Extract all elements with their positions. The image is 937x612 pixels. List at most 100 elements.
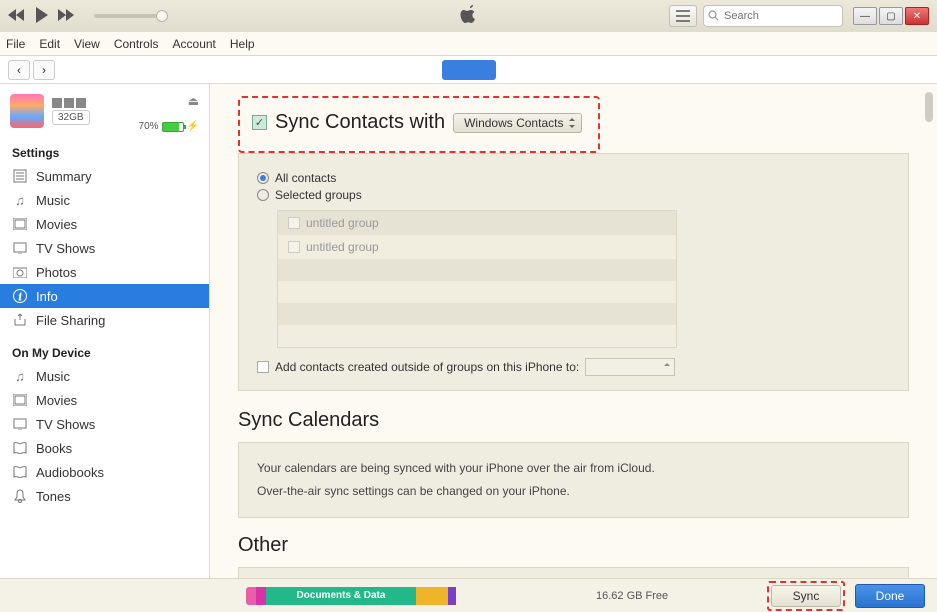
sync-contacts-dropdown[interactable]: Windows Contacts	[453, 113, 582, 133]
maximize-button[interactable]: ▢	[879, 7, 903, 25]
menu-help[interactable]: Help	[230, 37, 255, 51]
sidebar-device-music[interactable]: ♫ Music	[0, 364, 209, 388]
sidebar-device-movies[interactable]: Movies	[0, 388, 209, 412]
group-checkbox	[288, 241, 300, 253]
footer-bar: Documents & Data 16.62 GB Free Sync Done	[0, 578, 937, 612]
device-name	[52, 98, 199, 108]
search-field[interactable]	[703, 5, 843, 27]
group-label: untitled group	[306, 240, 379, 254]
group-row-empty	[278, 303, 676, 325]
tv-icon	[12, 240, 28, 256]
add-outside-contacts-row[interactable]: Add contacts created outside of groups o…	[257, 358, 890, 376]
sync-contacts-title: Sync Contacts with	[275, 111, 445, 134]
menu-view[interactable]: View	[74, 37, 100, 51]
close-button[interactable]: ✕	[905, 7, 929, 25]
share-icon	[12, 312, 28, 328]
playback-controls	[8, 6, 164, 27]
sidebar-item-movies[interactable]: Movies	[0, 212, 209, 236]
groups-list: untitled group untitled group	[277, 210, 677, 348]
free-space-label: 16.62 GB Free	[596, 590, 668, 602]
scrollbar[interactable]	[925, 84, 935, 584]
group-row[interactable]: untitled group	[278, 235, 676, 259]
svg-text:i: i	[19, 292, 22, 303]
next-button[interactable]	[58, 8, 76, 25]
sidebar-item-filesharing[interactable]: File Sharing	[0, 308, 209, 332]
add-outside-label: Add contacts created outside of groups o…	[275, 360, 579, 374]
books-icon	[12, 440, 28, 456]
volume-slider[interactable]	[94, 14, 164, 18]
settings-heading: Settings	[0, 140, 209, 164]
storage-segment	[448, 587, 456, 605]
movies-icon	[12, 216, 28, 232]
sync-button[interactable]: Sync	[771, 585, 841, 607]
storage-segment-docs: Documents & Data	[266, 587, 416, 605]
sidebar-device-tones[interactable]: Tones	[0, 484, 209, 508]
sidebar-item-label: Audiobooks	[36, 465, 104, 480]
group-row-empty	[278, 259, 676, 281]
back-button[interactable]: ‹	[8, 60, 30, 80]
storage-segment	[416, 587, 448, 605]
sidebar-item-summary[interactable]: Summary	[0, 164, 209, 188]
menu-file[interactable]: File	[6, 37, 25, 51]
menu-account[interactable]: Account	[173, 37, 216, 51]
radio-all-contacts[interactable]: All contacts	[257, 171, 890, 185]
sidebar-device-tvshows[interactable]: TV Shows	[0, 412, 209, 436]
sync-contacts-checkbox[interactable]: ✓	[252, 115, 267, 130]
storage-segment	[246, 587, 256, 605]
sidebar-item-label: Movies	[36, 393, 77, 408]
radio-label: Selected groups	[275, 188, 362, 202]
sidebar-item-label: Photos	[36, 265, 76, 280]
add-outside-dropdown[interactable]	[585, 358, 675, 376]
search-input[interactable]	[703, 5, 843, 27]
sidebar-item-label: TV Shows	[36, 241, 95, 256]
device-pill[interactable]	[442, 60, 496, 80]
forward-button[interactable]: ›	[33, 60, 55, 80]
menu-edit[interactable]: Edit	[39, 37, 60, 51]
radio-icon	[257, 189, 269, 201]
summary-icon	[12, 168, 28, 184]
sidebar-item-label: Tones	[36, 489, 71, 504]
sidebar-item-info[interactable]: i Info	[0, 284, 209, 308]
group-row-empty	[278, 325, 676, 347]
sidebar-device-books[interactable]: Books	[0, 436, 209, 460]
sync-calendars-title: Sync Calendars	[238, 409, 909, 432]
radio-label: All contacts	[275, 171, 336, 185]
minimize-button[interactable]: —	[853, 7, 877, 25]
on-my-device-heading: On My Device	[0, 340, 209, 364]
sidebar-item-label: Movies	[36, 217, 77, 232]
sidebar-device-audiobooks[interactable]: Audiobooks	[0, 460, 209, 484]
eject-icon[interactable]: ⏏	[188, 94, 199, 108]
sidebar-item-tvshows[interactable]: TV Shows	[0, 236, 209, 260]
group-row[interactable]: untitled group	[278, 211, 676, 235]
sidebar-item-music[interactable]: ♫Music	[0, 188, 209, 212]
menu-bar: File Edit View Controls Account Help	[0, 32, 937, 56]
play-button[interactable]	[34, 6, 50, 27]
radio-selected-groups[interactable]: Selected groups	[257, 188, 890, 202]
menu-controls[interactable]: Controls	[114, 37, 159, 51]
calendars-panel: Your calendars are being synced with you…	[238, 442, 909, 518]
music-icon: ♫	[12, 192, 28, 208]
device-header: 32GB ⏏ 70% ⚡	[0, 90, 209, 136]
sidebar-item-label: Music	[36, 369, 70, 384]
capacity-badge: 32GB	[52, 110, 90, 125]
group-row-empty	[278, 281, 676, 303]
sidebar-item-photos[interactable]: Photos	[0, 260, 209, 284]
tones-icon	[12, 488, 28, 504]
movies-icon	[12, 392, 28, 408]
done-button[interactable]: Done	[855, 584, 925, 608]
prev-button[interactable]	[8, 8, 26, 25]
other-title: Other	[238, 534, 909, 557]
group-checkbox	[288, 217, 300, 229]
radio-icon	[257, 172, 269, 184]
sidebar: 32GB ⏏ 70% ⚡ Settings Summary ♫ Music Mov…	[0, 84, 210, 584]
calendars-line1: Your calendars are being synced with you…	[257, 457, 890, 480]
music-icon: ♫	[12, 368, 28, 384]
list-view-button[interactable]	[669, 5, 697, 27]
device-thumbnail	[10, 94, 44, 128]
audiobooks-icon	[12, 464, 28, 480]
sidebar-item-label: Info	[36, 289, 58, 304]
battery-indicator: 70% ⚡	[139, 121, 199, 132]
battery-icon	[162, 122, 184, 132]
apple-logo-icon	[460, 5, 478, 28]
sync-contacts-highlight: ✓ Sync Contacts with Windows Contacts	[238, 96, 600, 153]
